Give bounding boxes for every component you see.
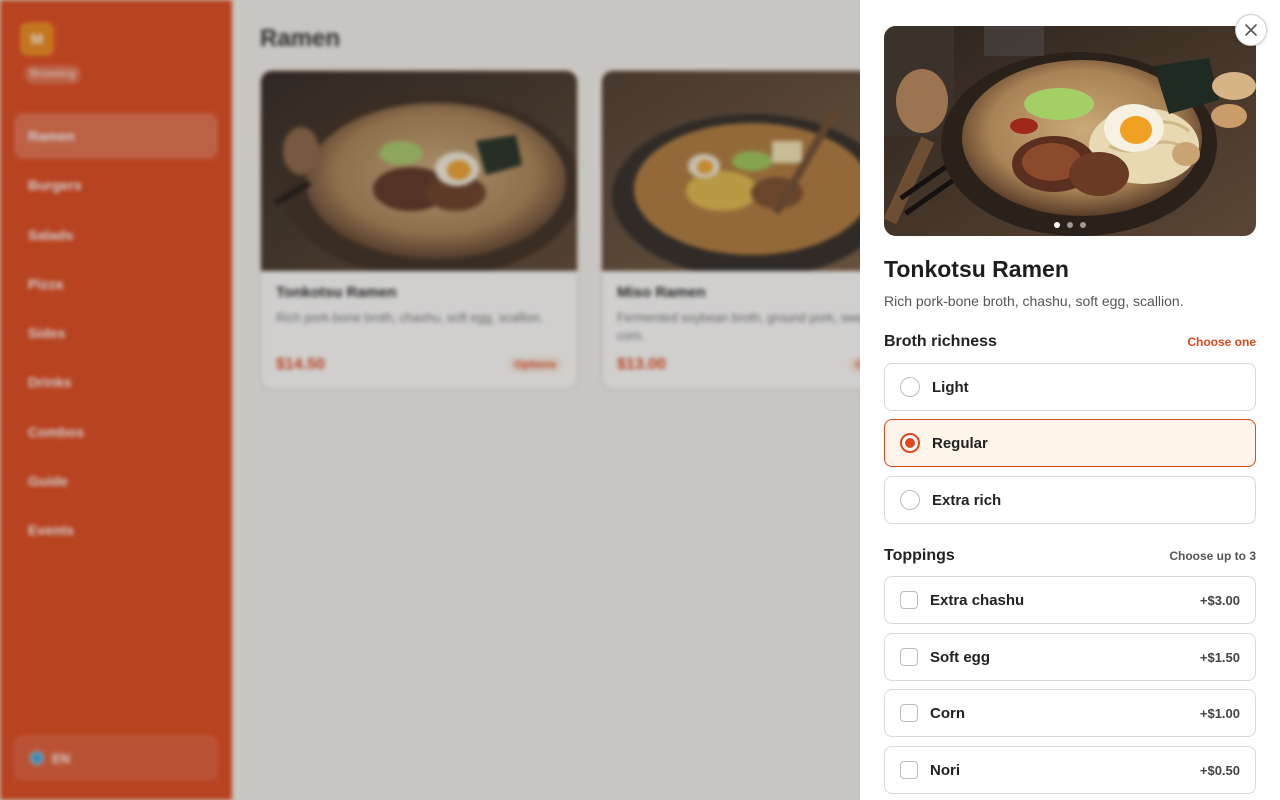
checkbox[interactable] — [900, 761, 918, 779]
option-label: Extra rich — [932, 491, 1002, 509]
checkbox-option-nori[interactable]: Nori +$0.50 — [884, 746, 1256, 794]
option-price: +$0.50 — [1199, 762, 1240, 778]
group-rule: Choose one — [1187, 335, 1256, 349]
checkbox[interactable] — [900, 648, 918, 666]
checkbox[interactable] — [900, 591, 918, 609]
group-title: Broth richness — [884, 333, 997, 350]
radio-button[interactable] — [900, 490, 920, 510]
group-rule: Choose up to 3 — [1169, 549, 1256, 563]
option-price: +$1.50 — [1199, 649, 1240, 665]
radio-option-extra-rich[interactable]: Extra rich — [884, 476, 1256, 524]
option-label: Corn — [930, 704, 965, 722]
checkbox-option-corn[interactable]: Corn +$1.00 — [884, 689, 1256, 737]
close-icon — [1245, 24, 1257, 36]
checkbox[interactable] — [900, 704, 918, 722]
carousel-indicators — [884, 222, 1256, 228]
radio-option-light[interactable]: Light — [884, 363, 1256, 411]
option-price: +$3.00 — [1199, 592, 1240, 608]
group-title: Toppings — [884, 547, 955, 564]
radio-button[interactable] — [900, 433, 920, 453]
toppings-group-header: Toppings Choose up to 3 — [884, 547, 1256, 565]
broth-group-header: Broth richness Choose one — [884, 333, 1256, 351]
item-image-carousel[interactable] — [884, 26, 1256, 236]
checkbox-option-soft-egg[interactable]: Soft egg +$1.50 — [884, 633, 1256, 681]
radio-button[interactable] — [900, 377, 920, 397]
carousel-dot[interactable] — [1080, 222, 1086, 228]
carousel-dot[interactable] — [1067, 222, 1073, 228]
item-detail-drawer: Tonkotsu Ramen Rich pork-bone broth, cha… — [860, 0, 1280, 800]
checkbox-option-extra-chashu[interactable]: Extra chashu +$3.00 — [884, 576, 1256, 624]
item-description: Rich pork-bone broth, chashu, soft egg, … — [884, 293, 1184, 309]
option-label: Light — [932, 378, 969, 396]
option-label: Soft egg — [930, 648, 990, 666]
close-button[interactable] — [1235, 14, 1267, 46]
option-label: Regular — [932, 434, 988, 452]
option-label: Nori — [930, 761, 960, 779]
carousel-dot[interactable] — [1054, 222, 1060, 228]
option-price: +$1.00 — [1199, 705, 1240, 721]
radio-option-regular[interactable]: Regular — [884, 419, 1256, 467]
option-label: Extra chashu — [930, 591, 1025, 609]
food-image — [884, 26, 1256, 236]
item-title: Tonkotsu Ramen — [884, 256, 1069, 282]
